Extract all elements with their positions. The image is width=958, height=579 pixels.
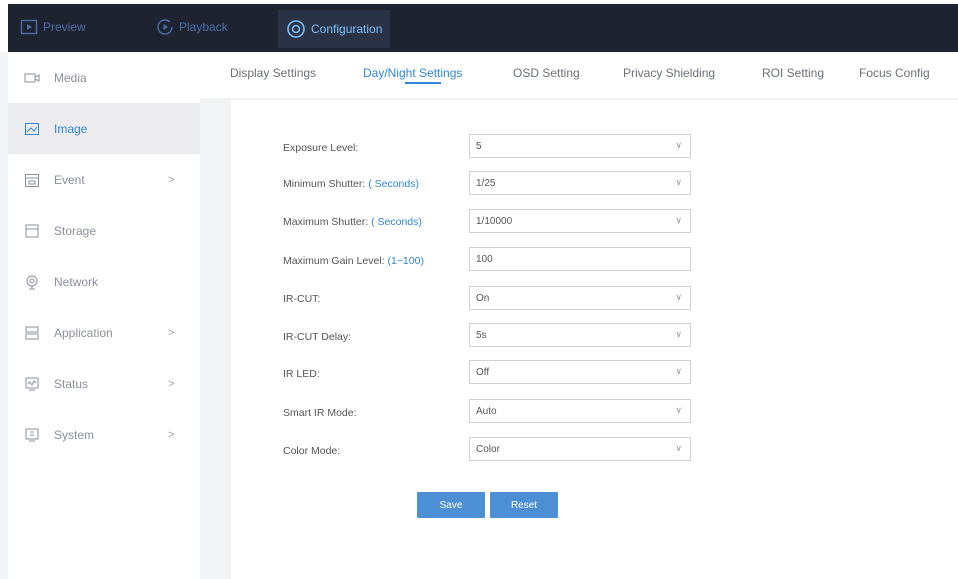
- ir-cut-select[interactable]: On ∨: [469, 286, 691, 310]
- chevron-right-icon: >: [168, 377, 175, 390]
- top-navigation: Preview Playback Configuration: [8, 4, 958, 52]
- configuration-icon: [286, 19, 306, 39]
- smart-ir-mode-select[interactable]: Auto ∨: [469, 399, 691, 423]
- nav-configuration-label: Configuration: [311, 22, 383, 36]
- sidebar-item-event[interactable]: Event >: [8, 154, 200, 205]
- maximum-gain-level-label: Maximum Gain Level: (1~100): [283, 255, 424, 267]
- sidebar-item-label: Event: [54, 172, 85, 187]
- ir-cut-delay-label: IR-CUT Delay:: [283, 331, 352, 343]
- ir-led-select[interactable]: Off ∨: [469, 360, 691, 384]
- tab-osd-setting[interactable]: OSD Setting: [513, 66, 580, 80]
- tab-privacy-shielding[interactable]: Privacy Shielding: [623, 66, 715, 80]
- sidebar-item-system[interactable]: System >: [8, 409, 200, 460]
- chevron-down-icon: ∨: [675, 443, 682, 453]
- chevron-right-icon: >: [168, 428, 175, 441]
- sidebar-item-label: Network: [54, 274, 99, 289]
- nav-playback-label: Playback: [179, 20, 228, 34]
- chevron-down-icon: ∨: [675, 366, 682, 376]
- sidebar-item-label: Status: [54, 376, 89, 391]
- chevron-down-icon: ∨: [675, 140, 682, 150]
- chevron-down-icon: ∨: [675, 215, 682, 225]
- tab-display-settings[interactable]: Display Settings: [230, 66, 316, 80]
- maximum-shutter-select[interactable]: 1/10000 ∨: [469, 209, 691, 233]
- day-night-settings-panel: Exposure Level: 5 ∨ Minimum Shutter: ( Se…: [231, 100, 958, 579]
- chevron-down-icon: ∨: [675, 292, 682, 302]
- system-icon: [24, 427, 40, 443]
- tab-roi-setting[interactable]: ROI Setting: [762, 66, 824, 80]
- active-tab-indicator: [405, 82, 441, 84]
- ir-cut-label: IR-CUT:: [283, 293, 321, 305]
- color-mode-select[interactable]: Color ∨: [469, 437, 691, 461]
- image-icon: [24, 121, 40, 137]
- ir-led-label: IR LED:: [283, 368, 320, 380]
- nav-preview-label: Preview: [43, 20, 86, 34]
- application-icon: [24, 325, 40, 341]
- chevron-right-icon: >: [168, 326, 175, 339]
- save-button[interactable]: Save: [417, 492, 485, 518]
- sidebar-item-label: System: [54, 427, 95, 442]
- sidebar-item-storage[interactable]: Storage: [8, 205, 200, 256]
- ir-cut-delay-select[interactable]: 5s ∨: [469, 323, 691, 347]
- sidebar-item-image[interactable]: Image: [8, 103, 200, 154]
- tab-bar: Display Settings Day/Night Settings OSD …: [200, 52, 958, 98]
- maximum-gain-level-input[interactable]: 100: [469, 247, 691, 271]
- sidebar-item-media[interactable]: Media: [8, 52, 200, 103]
- chevron-right-icon: >: [168, 173, 175, 186]
- status-icon: [24, 376, 40, 392]
- exposure-level-select[interactable]: 5 ∨: [469, 134, 691, 158]
- storage-icon: [24, 223, 40, 239]
- nav-playback[interactable]: Playback: [156, 12, 228, 42]
- minimum-shutter-label: Minimum Shutter: ( Seconds): [283, 178, 419, 190]
- tab-day-night-settings[interactable]: Day/Night Settings: [363, 66, 462, 80]
- exposure-level-label: Exposure Level:: [283, 142, 359, 154]
- media-icon: [24, 70, 40, 86]
- reset-button[interactable]: Reset: [490, 492, 558, 518]
- chevron-down-icon: ∨: [675, 405, 682, 415]
- event-icon: [24, 172, 40, 188]
- sidebar-item-label: Application: [54, 325, 113, 340]
- sidebar-item-label: Storage: [54, 223, 97, 238]
- nav-configuration[interactable]: Configuration: [278, 10, 391, 48]
- sidebar-item-status[interactable]: Status >: [8, 358, 200, 409]
- top-bar: Preview Playback Configuration: [0, 0, 958, 52]
- nav-preview[interactable]: Preview: [20, 12, 86, 42]
- preview-icon: [20, 18, 38, 36]
- chevron-down-icon: ∨: [675, 177, 682, 187]
- smart-ir-mode-label: Smart IR Mode:: [283, 407, 357, 419]
- chevron-down-icon: ∨: [675, 329, 682, 339]
- sidebar-item-application[interactable]: Application >: [8, 307, 200, 358]
- minimum-shutter-select[interactable]: 1/25 ∨: [469, 171, 691, 195]
- sidebar: Media Image Event > Storage Network Appl…: [8, 52, 200, 579]
- tab-focus-config[interactable]: Focus Config: [859, 66, 930, 80]
- sidebar-item-network[interactable]: Network: [8, 256, 200, 307]
- color-mode-label: Color Mode:: [283, 445, 341, 457]
- playback-icon: [156, 18, 174, 36]
- sidebar-item-label: Media: [54, 70, 87, 85]
- maximum-shutter-label: Maximum Shutter: ( Seconds): [283, 216, 422, 228]
- network-icon: [24, 274, 40, 290]
- sidebar-item-label: Image: [54, 121, 88, 136]
